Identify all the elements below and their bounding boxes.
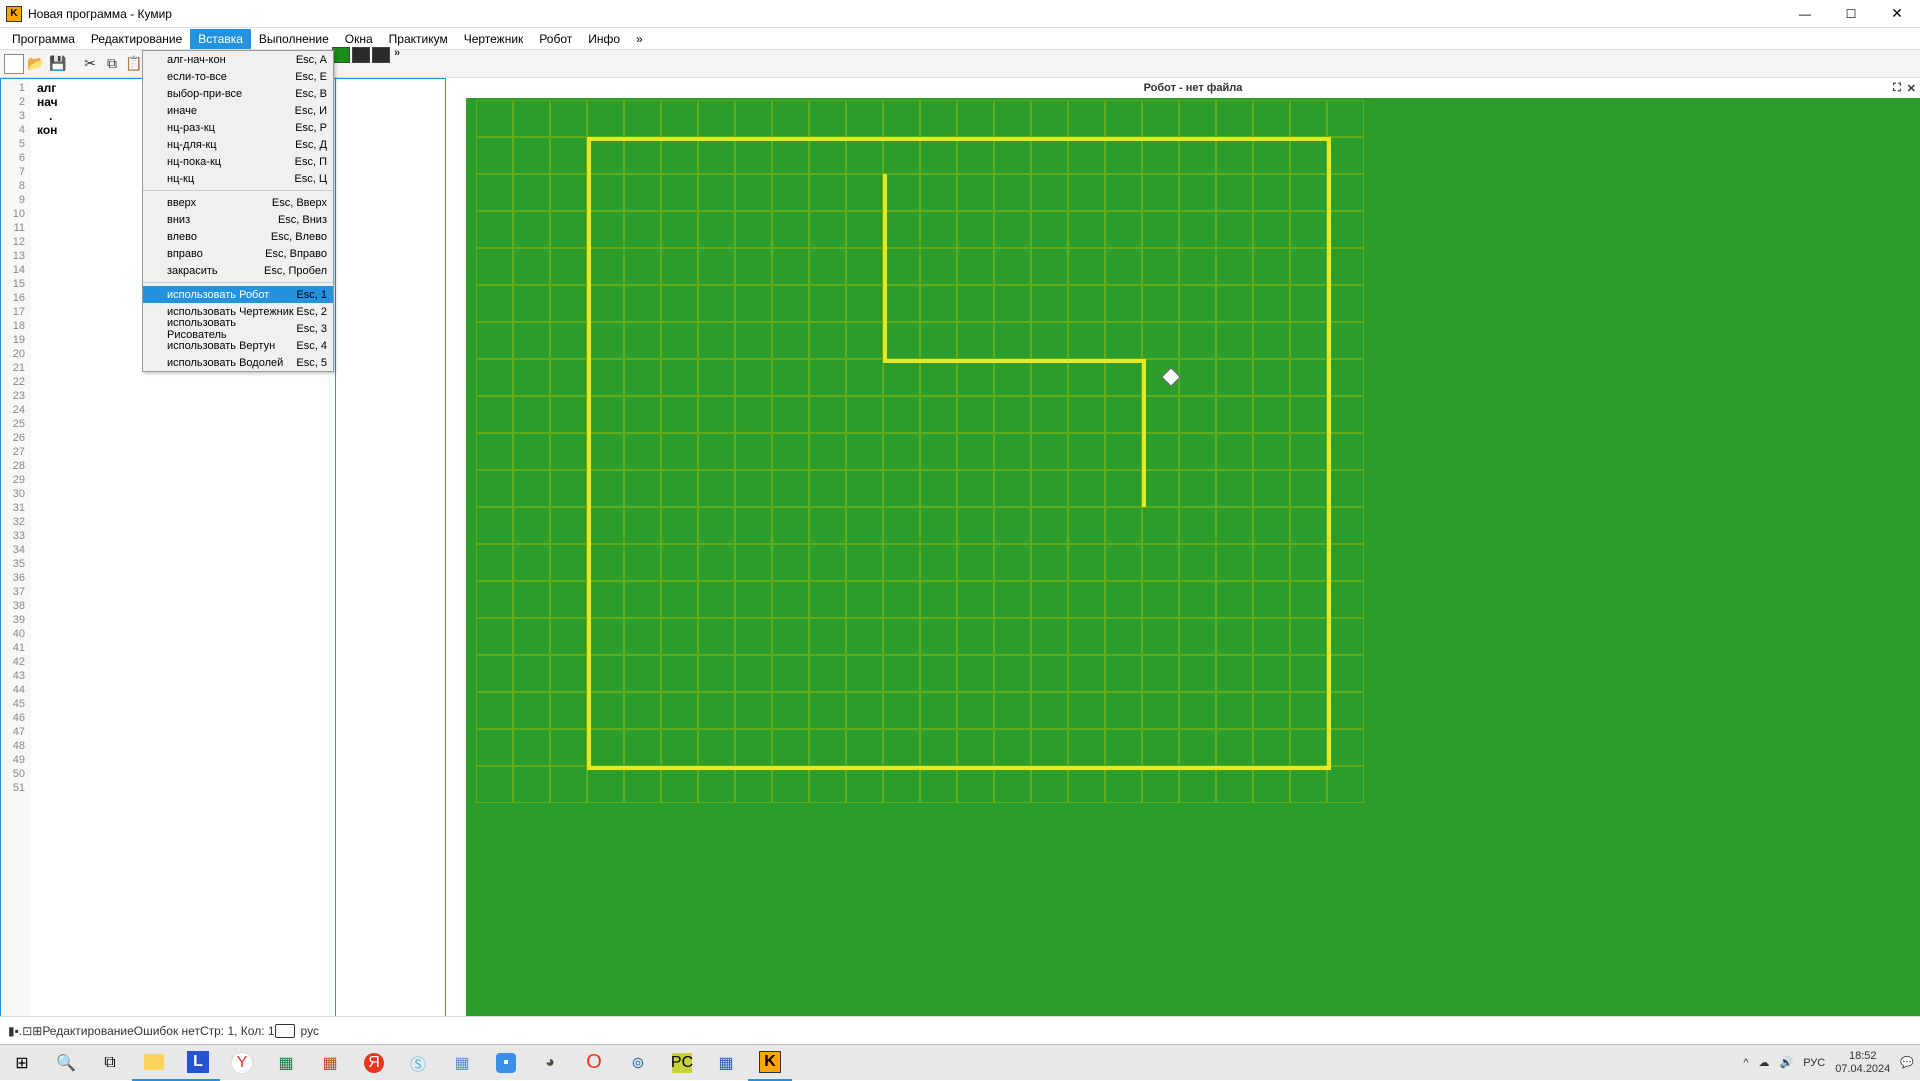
- dropdown-item[interactable]: использовать ВодолейEsc, 5: [143, 354, 333, 371]
- minimize-button[interactable]: —: [1782, 0, 1828, 28]
- menu-Окна[interactable]: Окна: [337, 29, 381, 49]
- field-dark-icon[interactable]: [352, 47, 370, 63]
- dropdown-item[interactable]: нц-для-кцEsc, Д: [143, 136, 333, 153]
- menu-Вставка[interactable]: Вставка: [190, 29, 251, 49]
- dropdown-item[interactable]: влевоEsc, Влево: [143, 228, 333, 245]
- dropdown-item[interactable]: использовать РоботEsc, 1: [143, 286, 333, 303]
- dropdown-item[interactable]: внизEsc, Вниз: [143, 211, 333, 228]
- menu-»[interactable]: »: [628, 29, 651, 49]
- robot-header: » Робот - нет файла ⛶ ✕: [466, 78, 1920, 98]
- taskbar-pycharm-icon[interactable]: PC: [660, 1045, 704, 1081]
- save-file-icon[interactable]: 💾: [48, 54, 68, 74]
- dropdown-item[interactable]: закраситьEsc, Пробел: [143, 262, 333, 279]
- window-controls: — ☐ ✕: [1782, 0, 1920, 28]
- robot-field[interactable]: [466, 98, 1920, 1044]
- dropdown-item[interactable]: нц-раз-кцEsc, Р: [143, 119, 333, 136]
- copy-icon[interactable]: ⧉: [102, 54, 122, 74]
- taskbar-powerpoint-icon[interactable]: ▦: [308, 1045, 352, 1081]
- field-config-icon[interactable]: [372, 47, 390, 63]
- dropdown-item[interactable]: алг-нач-конEsc, A: [143, 51, 333, 68]
- robot-close-icon[interactable]: ✕: [1907, 82, 1916, 95]
- dropdown-item[interactable]: выбор-при-всеEsc, В: [143, 85, 333, 102]
- input-language: рус: [301, 1024, 319, 1038]
- taskbar-zoom-icon[interactable]: ▪: [484, 1045, 528, 1081]
- taskbar-search-icon[interactable]: 🔍: [44, 1045, 88, 1081]
- taskbar-calc-icon[interactable]: ▦: [440, 1045, 484, 1081]
- tray-clock[interactable]: 18:52 07.04.2024: [1835, 1050, 1890, 1076]
- insert-menu-dropdown: алг-нач-конEsc, Aесли-то-всеEsc, Евыбор-…: [142, 50, 334, 372]
- robot-toolbar-left: »: [332, 47, 400, 63]
- dropdown-item[interactable]: иначеEsc, И: [143, 102, 333, 119]
- line-gutter: 1234567891011121314151617181920212223242…: [1, 79, 31, 1043]
- taskbar-gimp-icon[interactable]: ◕: [528, 1045, 572, 1081]
- start-button[interactable]: ⊞: [0, 1045, 44, 1081]
- robot-title: Робот - нет файла: [1144, 82, 1243, 94]
- robot-panel: » Робот - нет файла ⛶ ✕: [466, 78, 1920, 1044]
- status-icon-1[interactable]: ▮: [8, 1024, 15, 1038]
- taskbar-l-icon[interactable]: L: [176, 1045, 220, 1081]
- taskbar-explorer-icon[interactable]: [132, 1045, 176, 1081]
- robot-maximize-icon[interactable]: ⛶: [1893, 82, 1901, 95]
- taskbar-python-icon[interactable]: ⊚: [616, 1045, 660, 1081]
- titlebar: K Новая программа - Кумир — ☐ ✕: [0, 0, 1920, 28]
- status-icon-2[interactable]: ▪.: [15, 1024, 23, 1038]
- dropdown-item[interactable]: вправоEsc, Вправо: [143, 245, 333, 262]
- window-title: Новая программа - Кумир: [28, 7, 1782, 21]
- maximize-button[interactable]: ☐: [1828, 0, 1874, 28]
- cursor-position: Стр: 1, Кол: 1: [200, 1024, 275, 1038]
- system-tray: ^ ☁ 🔊 РУС 18:52 07.04.2024 💬: [1743, 1050, 1920, 1076]
- paste-icon[interactable]: 📋: [124, 54, 144, 74]
- taskbar-kumir-icon[interactable]: K: [748, 1045, 792, 1081]
- menu-Инфо[interactable]: Инфо: [580, 29, 628, 49]
- tray-time: 18:52: [1835, 1050, 1890, 1063]
- status-icon-4[interactable]: ⊞: [32, 1024, 42, 1038]
- close-button[interactable]: ✕: [1874, 0, 1920, 28]
- taskbar-word-icon[interactable]: ▦: [704, 1045, 748, 1081]
- app-icon: K: [6, 6, 22, 22]
- taskbar-opera-icon[interactable]: O: [572, 1045, 616, 1081]
- tray-lang[interactable]: РУС: [1803, 1057, 1825, 1069]
- status-icon-3[interactable]: ⊡: [22, 1024, 32, 1038]
- taskbar: ⊞ 🔍 ⧉ L Y ▦ ▦ Я Ⓢ ▦ ▪ ◕ O ⊚ PC ▦ K ^ ☁ 🔊…: [0, 1044, 1920, 1080]
- field-green-icon[interactable]: [332, 47, 350, 63]
- keyboard-icon[interactable]: [275, 1024, 295, 1038]
- taskbar-skype-icon[interactable]: Ⓢ: [396, 1045, 440, 1081]
- dropdown-item[interactable]: вверхEsc, Вверх: [143, 194, 333, 211]
- tray-onedrive-icon[interactable]: ☁: [1759, 1056, 1770, 1069]
- new-file-icon[interactable]: [4, 54, 24, 74]
- menu-Чертежник[interactable]: Чертежник: [456, 29, 532, 49]
- taskbar-ya-icon[interactable]: Я: [352, 1045, 396, 1081]
- task-view-icon[interactable]: ⧉: [88, 1045, 132, 1081]
- status-mode: Редактирование: [42, 1024, 133, 1038]
- tray-date: 07.04.2024: [1835, 1063, 1890, 1076]
- cut-icon[interactable]: ✂: [80, 54, 100, 74]
- dropdown-item[interactable]: использовать РисовательEsc, 3: [143, 320, 333, 337]
- dropdown-item[interactable]: использовать ВертунEsc, 4: [143, 337, 333, 354]
- dropdown-item[interactable]: если-то-всеEsc, Е: [143, 68, 333, 85]
- open-file-icon[interactable]: 📂: [26, 54, 46, 74]
- menu-Редактирование[interactable]: Редактирование: [83, 29, 190, 49]
- menu-Робот[interactable]: Робот: [531, 29, 580, 49]
- menubar: ПрограммаРедактированиеВставкаВыполнение…: [0, 28, 1920, 50]
- dropdown-item[interactable]: нц-пока-кцEsc, П: [143, 153, 333, 170]
- more-icon[interactable]: »: [394, 47, 400, 63]
- menu-Практикум[interactable]: Практикум: [381, 29, 456, 49]
- menu-Выполнение[interactable]: Выполнение: [251, 29, 337, 49]
- dropdown-item[interactable]: нц-кцEsc, Ц: [143, 170, 333, 187]
- menu-Программа[interactable]: Программа: [4, 29, 83, 49]
- taskbar-excel-icon[interactable]: ▦: [264, 1045, 308, 1081]
- side-panel: [335, 79, 445, 1043]
- tray-notifications-icon[interactable]: 💬: [1900, 1056, 1914, 1069]
- tray-volume-icon[interactable]: 🔊: [1780, 1056, 1794, 1069]
- taskbar-yandex-icon[interactable]: Y: [220, 1045, 264, 1081]
- statusbar: ▮ ▪. ⊡ ⊞ Редактирование Ошибок нет Стр: …: [0, 1016, 1920, 1044]
- tray-chevron-icon[interactable]: ^: [1743, 1057, 1748, 1069]
- status-errors: Ошибок нет: [134, 1024, 200, 1038]
